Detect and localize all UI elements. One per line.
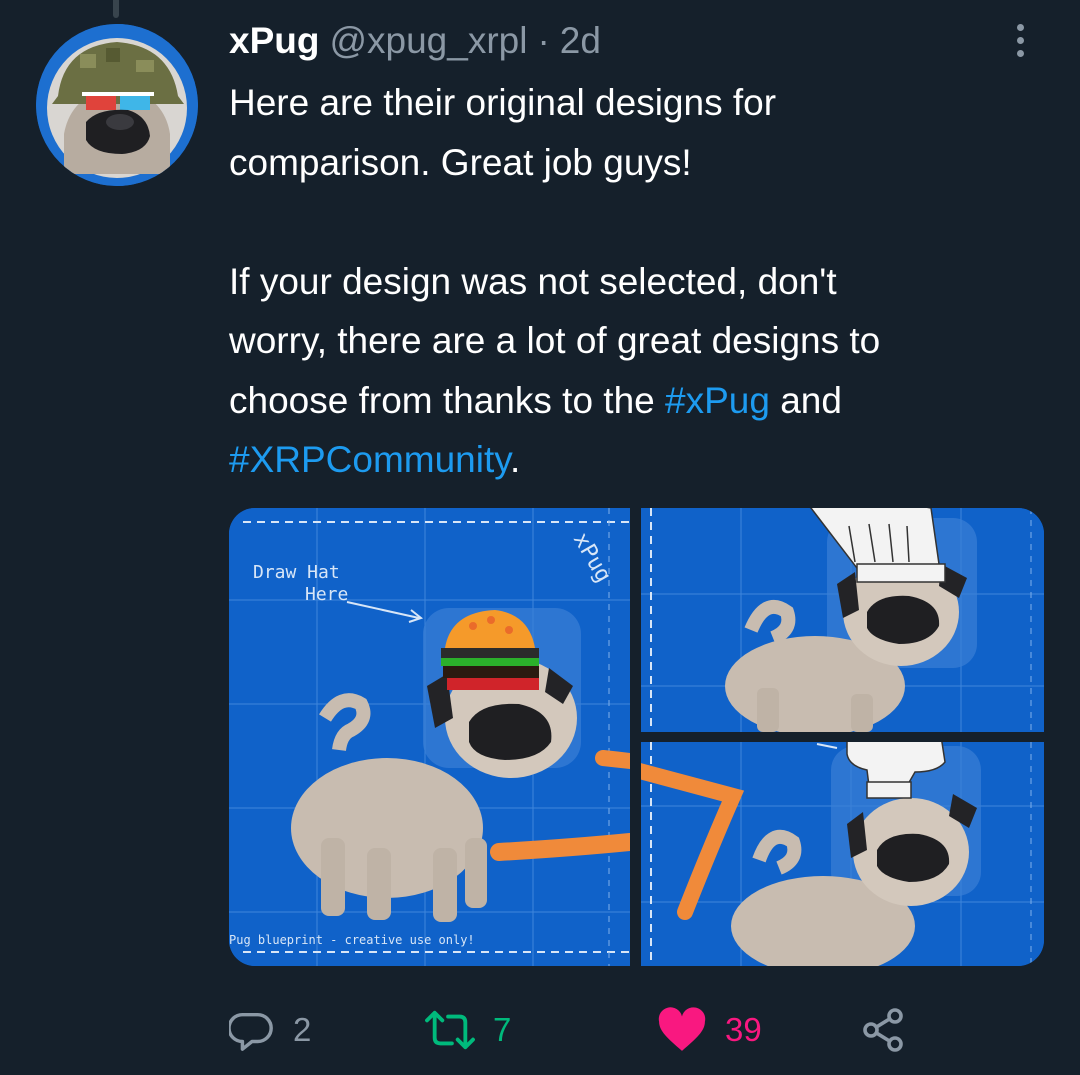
tweet-timestamp[interactable]: 2d <box>560 20 601 62</box>
author-handle[interactable]: @xpug_xrpl <box>329 20 527 62</box>
like-button[interactable]: 39 <box>657 1000 762 1060</box>
tweet-text-line: Here are their original designs for <box>229 82 777 123</box>
share-button[interactable] <box>859 1000 907 1060</box>
burger-hat-pug-picture: Draw Hat Here xPug Pug blueprint - creat… <box>229 508 630 966</box>
retweet-count: 7 <box>493 1011 512 1048</box>
retweet-icon <box>425 1010 475 1050</box>
here-label: Here <box>305 584 348 605</box>
tweet-text-segment: and <box>769 379 842 421</box>
tweet-text-line: comparison. Great job guys! <box>229 141 692 183</box>
media-image-hat-pug-variant[interactable] <box>641 742 1044 966</box>
tweet-text: Here are their original designs for comp… <box>229 73 1049 490</box>
retweet-button[interactable]: 7 <box>425 1000 511 1060</box>
media-image-burger-hat-pug[interactable]: Draw Hat Here xPug Pug blueprint - creat… <box>229 508 630 966</box>
chef-hat-pug-picture <box>641 508 1044 732</box>
like-count: 39 <box>725 1011 762 1048</box>
tweet-text-line: worry, there are a lot of great designs … <box>229 320 881 361</box>
speech-bubble-icon <box>229 1012 273 1051</box>
tweet-header: xPug @xpug_xrpl · 2d <box>229 20 601 68</box>
reply-count: 2 <box>293 1011 312 1048</box>
avatar[interactable] <box>36 24 198 186</box>
tweet-text-line: If your design was not selected, don't <box>229 260 837 302</box>
author-display-name[interactable]: xPug <box>229 20 319 62</box>
more-options-button[interactable] <box>1000 18 1040 62</box>
hashtag-xpug-link[interactable]: #xPug <box>665 380 770 421</box>
hat-pug-variant-picture <box>641 742 1044 966</box>
more-vertical-icon <box>1016 23 1024 31</box>
share-icon <box>863 1008 903 1052</box>
blueprint-footer-label: Pug blueprint - creative use only! <box>229 933 475 947</box>
header-separator: · <box>537 20 550 61</box>
tweet-text-line: choose from thanks to the #xPug and <box>229 371 1049 431</box>
media-image-chef-hat-pug[interactable] <box>641 508 1044 732</box>
reply-button[interactable]: 2 <box>229 1000 311 1060</box>
tweet-actions-bar: 2 7 39 <box>229 1000 929 1060</box>
hashtag-xrpcommunity-link[interactable]: #XRPCommunity <box>229 439 510 480</box>
tweet-text-segment: choose from thanks to the <box>229 379 666 421</box>
heart-filled-icon <box>658 1007 706 1051</box>
thread-connector-line <box>113 0 119 18</box>
draw-hat-label: Draw Hat <box>253 562 340 583</box>
tweet-text-segment: . <box>510 439 521 480</box>
media-grid: Draw Hat Here xPug Pug blueprint - creat… <box>229 508 1044 966</box>
tweet-text-line: #XRPCommunity. <box>229 430 1049 490</box>
avatar-image <box>36 24 198 186</box>
